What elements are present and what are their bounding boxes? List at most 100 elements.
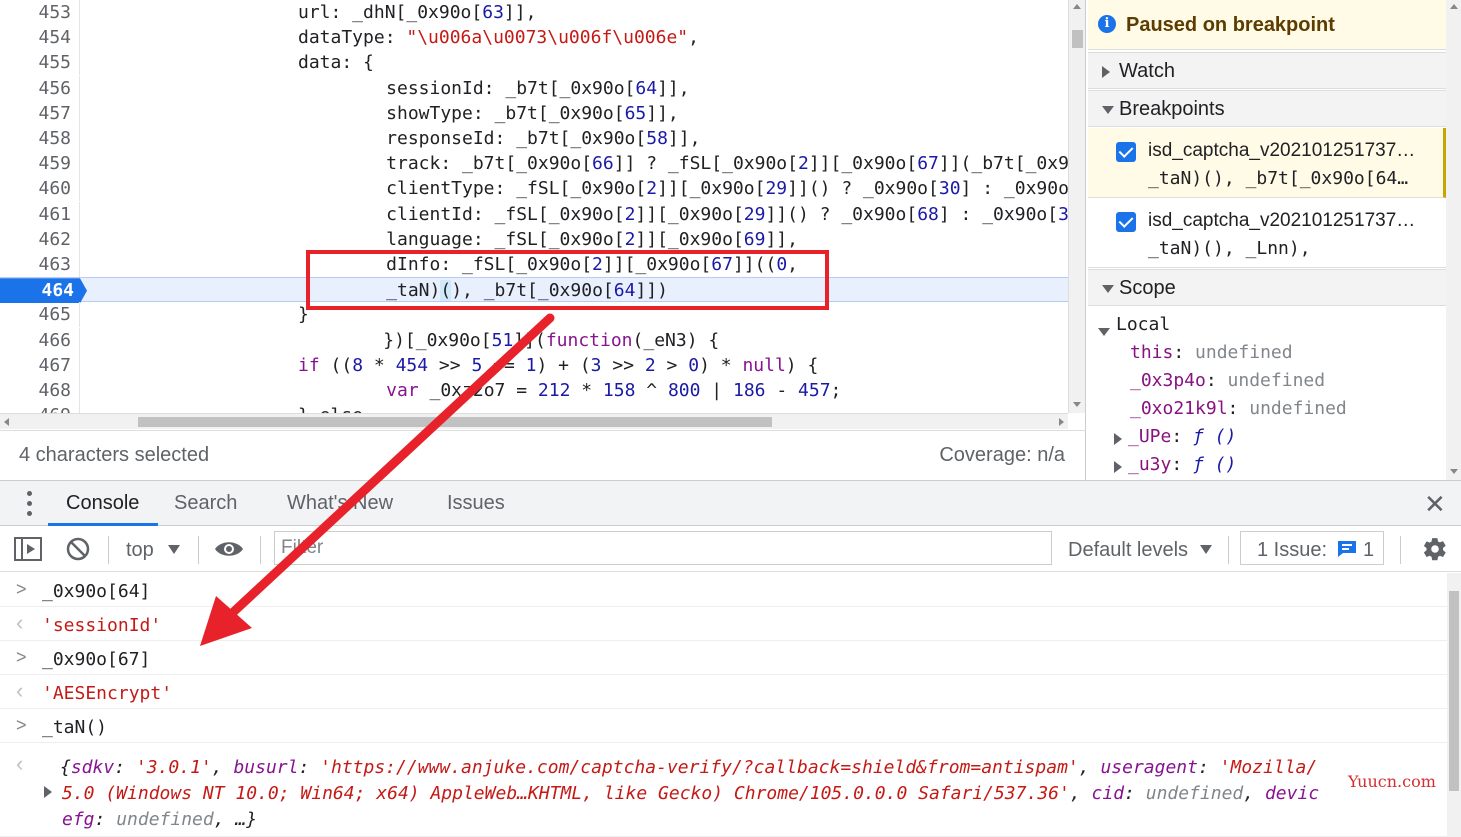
code-text[interactable]: clientId: _fSL[_0x90o[2]][_0x90o[29]]() … [343, 202, 1068, 227]
line-number[interactable]: 461 [0, 201, 80, 227]
line-number[interactable]: 458 [0, 126, 80, 151]
code-line[interactable]: 456 sessionId: _b7t[_0x90o[64]], [0, 75, 1068, 101]
scrollbar-thumb[interactable] [1449, 591, 1459, 791]
tab-whats-new[interactable]: What's New [287, 492, 393, 515]
code-line[interactable]: 455 data: { [0, 50, 1068, 76]
line-number[interactable]: 463 [0, 252, 80, 277]
scope-variable[interactable]: _u3y: ƒ () [1088, 453, 1446, 480]
chevron-down-icon[interactable] [168, 545, 180, 554]
line-number[interactable]: 464 [0, 278, 80, 303]
more-options-icon[interactable] [24, 491, 34, 517]
line-number[interactable]: 455 [0, 50, 80, 76]
code-text[interactable]: })[_0x90o[51]](function(_eN3) { [253, 328, 719, 353]
console-input-line[interactable]: > _0x90o[67] [0, 641, 1447, 675]
code-line[interactable]: 466 })[_0x90o[51]](function(_eN3) { [0, 327, 1068, 353]
expand-arrow-icon[interactable] [1114, 433, 1122, 445]
line-number[interactable]: 457 [0, 100, 80, 126]
code-text[interactable]: var _0xz2o7 = 212 * 158 ^ 800 | 186 - 45… [343, 378, 841, 403]
code-text[interactable]: track: _b7t[_0x90o[66]] ? _fSL[_0x90o[2]… [343, 151, 1068, 176]
filter-input[interactable] [281, 536, 1041, 560]
code-line[interactable]: 454 dataType: "\u006a\u0073\u006f\u006e", [0, 25, 1068, 51]
code-text[interactable]: showType: _b7t[_0x90o[65]], [343, 101, 679, 126]
log-levels-dropdown[interactable]: Default levels [1068, 539, 1188, 562]
code-line[interactable]: 453 url: _dhN[_0x90o[63]], [0, 0, 1068, 25]
tab-console[interactable]: Console [66, 492, 139, 515]
close-icon[interactable]: ✕ [1424, 489, 1446, 520]
tab-search[interactable]: Search [174, 492, 237, 515]
code-text[interactable]: url: _dhN[_0x90o[63]], [298, 0, 536, 25]
code-text[interactable]: language: _fSL[_0x90o[2]][_0x90o[69]], [343, 227, 798, 252]
code-line[interactable]: 460 clientType: _fSL[_0x90o[2]][_0x90o[2… [0, 176, 1068, 202]
editor-vertical-scrollbar[interactable] [1068, 0, 1085, 413]
scope-section-header[interactable]: Scope [1088, 269, 1446, 306]
scope-variable[interactable]: _UPe: ƒ () [1088, 425, 1446, 453]
code-line[interactable]: 467 if ((8 * 454 >> 5 == 1) + (3 >> 2 > 0… [0, 352, 1068, 378]
scope-variable[interactable]: _0xo21k9l: undefined [1088, 397, 1446, 425]
code-line[interactable]: 458 responseId: _b7t[_0x90o[58]], [0, 126, 1068, 151]
code-text[interactable]: sessionId: _b7t[_0x90o[64]], [343, 76, 689, 101]
expand-arrow-icon[interactable] [1114, 461, 1122, 473]
line-number[interactable]: 460 [0, 176, 80, 202]
code-line[interactable]: 469 } else [0, 403, 1068, 413]
watch-section-header[interactable]: Watch [1088, 52, 1446, 89]
chevron-down-icon[interactable] [1200, 545, 1212, 554]
line-number[interactable]: 462 [0, 226, 80, 252]
scope-local-header[interactable]: Local [1088, 313, 1446, 341]
sidebar-vertical-scrollbar[interactable] [1446, 0, 1461, 480]
expand-object-arrow-icon[interactable] [44, 786, 52, 798]
console-input-line[interactable]: > _taN() [0, 709, 1447, 743]
line-number[interactable]: 467 [0, 352, 80, 378]
breakpoint-file: isd_captcha_v202101251737… [1148, 210, 1416, 231]
line-number[interactable]: 459 [0, 151, 80, 177]
console-object-result[interactable]: ‹ {sdkv: '3.0.1', busurl: 'https://www.an… [0, 743, 1447, 837]
console-vertical-scrollbar[interactable] [1447, 573, 1461, 837]
scope-variable[interactable]: this: undefined [1088, 341, 1446, 369]
coverage-status[interactable]: Coverage: n/a [939, 444, 1065, 467]
scroll-left-arrow-icon[interactable] [4, 418, 9, 426]
line-number[interactable]: 469 [0, 403, 80, 413]
scroll-up-arrow-icon[interactable] [1450, 4, 1458, 9]
editor-horizontal-scrollbar[interactable] [0, 413, 1068, 429]
scroll-down-arrow-icon[interactable] [1073, 402, 1081, 407]
code-line[interactable]: 459 track: _b7t[_0x90o[66]] ? _fSL[_0x90… [0, 151, 1068, 177]
code-text[interactable]: responseId: _b7t[_0x90o[58]], [343, 126, 700, 151]
line-number[interactable]: 465 [0, 302, 80, 328]
tab-issues[interactable]: Issues [447, 492, 505, 515]
code-text[interactable]: clientType: _fSL[_0x90o[2]][_0x90o[29]](… [343, 176, 1068, 201]
code-text[interactable]: data: { [298, 50, 374, 75]
code-text[interactable]: if ((8 * 454 >> 5 == 1) + (3 >> 2 > 0) *… [298, 353, 818, 378]
breakpoint-checkbox[interactable] [1116, 142, 1136, 162]
clear-console-icon[interactable] [66, 537, 90, 561]
breakpoints-section-header[interactable]: Breakpoints [1088, 90, 1446, 127]
line-number[interactable]: 466 [0, 327, 80, 353]
show-sidebar-icon[interactable] [14, 537, 42, 561]
scope-variable[interactable]: _0x3p4o: undefined [1088, 369, 1446, 397]
code-line[interactable]: 468 var _0xz2o7 = 212 * 158 ^ 800 | 186 … [0, 378, 1068, 403]
breakpoint-checkbox[interactable] [1116, 212, 1136, 232]
line-number[interactable]: 453 [0, 0, 80, 25]
scroll-up-arrow-icon[interactable] [1073, 4, 1081, 9]
console-input-line[interactable]: > _0x90o[64] [0, 573, 1447, 607]
code-line[interactable]: 461 clientId: _fSL[_0x90o[2]][_0x90o[29]… [0, 201, 1068, 227]
line-number[interactable]: 468 [0, 378, 80, 403]
live-expression-eye-icon[interactable] [214, 539, 244, 559]
line-number[interactable]: 454 [0, 25, 80, 51]
context-selector[interactable]: top [126, 539, 154, 562]
code-line[interactable]: 457 showType: _b7t[_0x90o[65]], [0, 100, 1068, 126]
source-editor[interactable]: 453 url: _dhN[_0x90o[63]], 454 dataType: "\… [0, 0, 1068, 413]
console-result-line[interactable]: ‹ 'sessionId' [0, 607, 1447, 641]
console-output[interactable]: > _0x90o[64] ‹ 'sessionId' > _0x90o[67] ‹ 'AESE… [0, 573, 1447, 837]
code-text[interactable]: dataType: "\u006a\u0073\u006f\u006e", [298, 25, 699, 50]
issues-counter-button[interactable]: 1 Issue: 1 [1240, 531, 1384, 565]
line-number[interactable]: 456 [0, 75, 80, 101]
scroll-down-arrow-icon[interactable] [1450, 469, 1458, 474]
breakpoint-item[interactable]: isd_captcha_v202101251737… _taN)(), _b7t[… [1088, 128, 1446, 198]
code-text[interactable]: } else [298, 403, 363, 413]
scroll-right-arrow-icon[interactable] [1059, 418, 1064, 426]
code-line[interactable]: 462 language: _fSL[_0x90o[2]][_0x90o[69]… [0, 226, 1068, 252]
breakpoint-item[interactable]: isd_captcha_v202101251737… _taN)(), _Lnn)… [1088, 198, 1446, 268]
scrollbar-thumb[interactable] [138, 417, 772, 427]
console-result-line[interactable]: ‹ 'AESEncrypt' [0, 675, 1447, 709]
scrollbar-thumb[interactable] [1072, 30, 1083, 48]
settings-gear-icon[interactable] [1422, 536, 1448, 562]
